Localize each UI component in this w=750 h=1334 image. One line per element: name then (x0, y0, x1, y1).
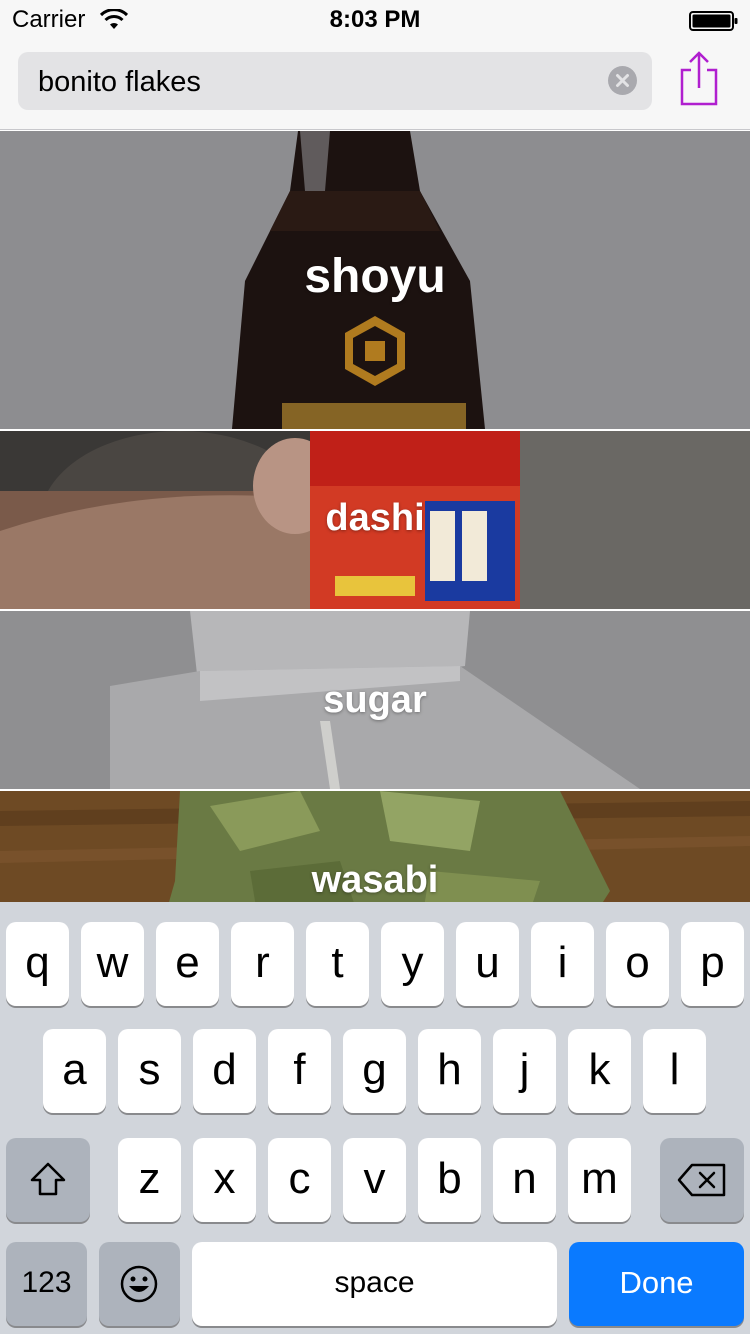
key-u[interactable]: u (456, 922, 519, 1006)
search-input-value: bonito flakes (38, 66, 201, 98)
key-l[interactable]: l (643, 1029, 706, 1113)
status-bar: Carrier 8:03 PM (0, 0, 750, 40)
key-z[interactable]: z (118, 1138, 181, 1222)
key-m[interactable]: m (568, 1138, 631, 1222)
emoji-key[interactable] (99, 1242, 180, 1326)
key-j[interactable]: j (493, 1029, 556, 1113)
key-x[interactable]: x (193, 1138, 256, 1222)
shift-key[interactable] (6, 1138, 90, 1222)
ingredient-label: dashi (325, 497, 425, 539)
done-key[interactable]: Done (569, 1242, 744, 1326)
key-b[interactable]: b (418, 1138, 481, 1222)
ingredient-row-dashi[interactable]: dashi (0, 431, 750, 609)
key-o[interactable]: o (606, 922, 669, 1006)
status-time: 8:03 PM (329, 6, 421, 33)
key-d[interactable]: d (193, 1029, 256, 1113)
key-i[interactable]: i (531, 922, 594, 1006)
ingredient-row-shoyu[interactable]: shoyu (0, 131, 750, 429)
clear-icon[interactable] (608, 66, 637, 95)
delete-key[interactable] (660, 1138, 744, 1222)
battery-icon (689, 11, 738, 31)
delete-icon (677, 1163, 726, 1197)
keyboard: qwertyuiop asdfghjkl zxcvbnm 123 space D… (0, 902, 750, 1334)
key-s[interactable]: s (118, 1029, 181, 1113)
ingredient-list[interactable]: shoyu dashi sugar wasabi (0, 131, 750, 902)
shift-icon (30, 1162, 66, 1196)
ingredient-label: wasabi (311, 859, 439, 901)
share-icon[interactable] (676, 50, 722, 108)
key-h[interactable]: h (418, 1029, 481, 1113)
key-v[interactable]: v (343, 1138, 406, 1222)
space-key[interactable]: space (192, 1242, 557, 1326)
key-t[interactable]: t (306, 922, 369, 1006)
key-q[interactable]: q (6, 922, 69, 1006)
key-w[interactable]: w (81, 922, 144, 1006)
ingredient-label: shoyu (304, 250, 446, 303)
key-f[interactable]: f (268, 1029, 331, 1113)
key-e[interactable]: e (156, 922, 219, 1006)
numbers-key[interactable]: 123 (6, 1242, 87, 1326)
search-input[interactable]: bonito flakes (18, 52, 652, 110)
ingredient-label: sugar (323, 679, 427, 721)
ingredient-row-wasabi[interactable]: wasabi (0, 791, 750, 902)
key-a[interactable]: a (43, 1029, 106, 1113)
ingredient-row-sugar[interactable]: sugar (0, 611, 750, 789)
search-bar: bonito flakes (0, 40, 750, 130)
key-p[interactable]: p (681, 922, 744, 1006)
key-k[interactable]: k (568, 1029, 631, 1113)
key-c[interactable]: c (268, 1138, 331, 1222)
key-y[interactable]: y (381, 922, 444, 1006)
emoji-icon (120, 1265, 158, 1303)
key-r[interactable]: r (231, 922, 294, 1006)
key-g[interactable]: g (343, 1029, 406, 1113)
key-n[interactable]: n (493, 1138, 556, 1222)
